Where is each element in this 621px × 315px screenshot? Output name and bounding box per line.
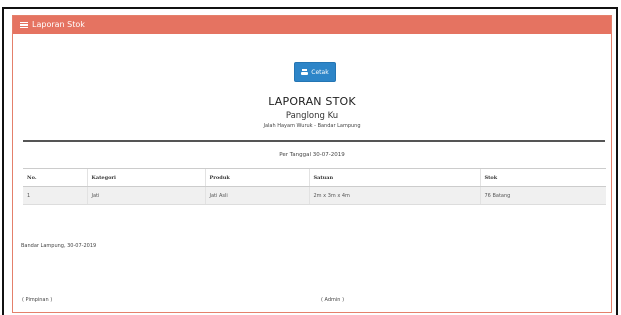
report-date: Per Tanggal 30-07-2019	[279, 152, 345, 158]
company-address: Jalah Hayam Wuruk - Bandar Lampung	[263, 123, 361, 129]
cell-produk: Jati Asli	[204, 186, 309, 205]
menu-icon	[20, 22, 28, 28]
company-name: Panglong Ku	[285, 111, 339, 121]
stock-table: No. Kategori Produk Satuan Stok 1 Jati J…	[23, 168, 606, 205]
table-row: 1 Jati Jati Asli 2m x 3m x 4m 76 Batang	[23, 186, 606, 205]
header-kategori: Kategori	[86, 168, 205, 187]
print-button-label: Cetak	[311, 68, 329, 76]
table-header-row: No. Kategori Produk Satuan Stok	[23, 168, 606, 187]
header-satuan: Satuan	[308, 168, 480, 187]
cell-stok: 76 Batang	[479, 186, 606, 205]
panel-title: Laporan Stok	[32, 20, 85, 29]
cell-no: 1	[23, 186, 87, 205]
print-icon	[301, 69, 309, 75]
divider	[23, 140, 605, 142]
place-date: Bandar Lampung, 30-07-2019	[21, 243, 97, 249]
signature-admin: ( Admin )	[321, 297, 345, 303]
cell-kategori: Jati	[86, 186, 205, 205]
header-no: No.	[23, 168, 87, 187]
header-produk: Produk	[204, 168, 309, 187]
header-stok: Stok	[479, 168, 606, 187]
report-title: LAPORAN STOK	[268, 95, 356, 108]
panel-header: Laporan Stok	[13, 16, 611, 34]
report-panel: Laporan Stok Cetak LAPORAN STOK Panglong…	[12, 15, 612, 313]
signature-pimpinan: ( Pimpinan )	[22, 297, 53, 303]
print-button[interactable]: Cetak	[294, 62, 336, 82]
cell-satuan: 2m x 3m x 4m	[308, 186, 480, 205]
